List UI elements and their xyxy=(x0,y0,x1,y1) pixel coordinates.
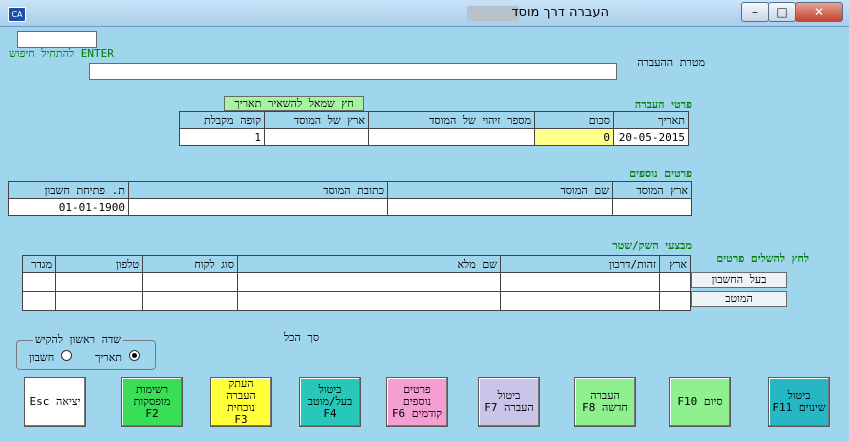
header-institution-address: כתובת המוסד xyxy=(128,181,388,199)
date-cell[interactable]: 20-05-2015 xyxy=(613,128,689,146)
lists-button[interactable]: רשימות מופסקות F2 xyxy=(121,377,183,427)
window-title: העברה דרך מוסד xyxy=(511,5,609,20)
search-hint: ENTER להתחיל חיפוש xyxy=(9,47,114,60)
radio-date-circle[interactable] xyxy=(128,350,140,361)
header-customer-type: סוג לקוח xyxy=(142,255,238,273)
account-open-date-cell[interactable]: 01-01-1900 xyxy=(8,198,129,216)
transfer-details-title: פרטי העברה xyxy=(634,98,692,111)
full-name-cell[interactable] xyxy=(237,272,501,292)
complete-details-hint: לחץ להשלים פרטים xyxy=(716,252,809,265)
transfer-details-table: קופה מקבלת ארץ של המוסד מספר זיהוי של המ… xyxy=(179,111,689,146)
customer-type-cell[interactable] xyxy=(142,291,238,311)
phone-cell[interactable] xyxy=(55,272,143,292)
cancel-transfer-button[interactable]: ביטול העברה F7 xyxy=(478,377,540,427)
header-institution-country-2: ארץ המוסד xyxy=(612,181,692,199)
close-button[interactable]: ✕ xyxy=(795,2,843,22)
cancel-changes-button[interactable]: ביטול שינוים F11 xyxy=(768,377,830,427)
cancel-owner-button[interactable]: ביטול בעל/מוטב F4 xyxy=(299,377,361,427)
full-name-cell[interactable] xyxy=(237,291,501,311)
previous-details-button[interactable]: פרטים נוספים קודמים F6 xyxy=(386,377,448,427)
radio-account-label: חשבון xyxy=(29,351,55,364)
total-label: סך הכל xyxy=(284,331,320,344)
header-account-open-date: ת. פתיחת חשבון xyxy=(8,181,129,199)
app-icon: CA xyxy=(8,7,26,22)
country-cell[interactable] xyxy=(659,291,691,311)
additional-details-table: ת. פתיחת חשבון כתובת המוסד שם המוסד ארץ … xyxy=(8,181,692,216)
radio-account[interactable]: חשבון xyxy=(29,350,72,364)
radio-account-circle[interactable] xyxy=(60,350,72,361)
header-institution-name: שם המוסד xyxy=(387,181,613,199)
institution-name-cell[interactable] xyxy=(387,198,613,216)
radio-date[interactable]: תאריך xyxy=(95,350,140,364)
purpose-input[interactable] xyxy=(89,63,617,80)
parties-title: מבצעי השק/שטר xyxy=(612,239,692,252)
header-phone: טלפון xyxy=(55,255,143,273)
institution-address-cell[interactable] xyxy=(128,198,388,216)
keep-date-hint: חץ שמאל להשאיר תאריך xyxy=(224,96,364,111)
first-field-legend: שדה ראשון להקיש xyxy=(33,333,124,346)
header-gender: מגדר xyxy=(22,255,56,273)
institution-country-cell[interactable] xyxy=(264,128,369,146)
header-id-passport: זהות/דרכון xyxy=(500,255,660,273)
header-institution-country: ארץ של המוסד xyxy=(264,111,369,129)
maximize-button[interactable]: □ xyxy=(768,2,796,22)
institution-country-cell-2[interactable] xyxy=(612,198,692,216)
exit-button[interactable]: יציאה Esc xyxy=(24,377,86,427)
institution-id-cell[interactable] xyxy=(368,128,535,146)
receiving-cashier-cell[interactable]: 1 xyxy=(179,128,265,146)
radio-date-label: תאריך xyxy=(95,351,123,364)
header-receiving-cashier: קופה מקבלת xyxy=(179,111,265,129)
header-country: ארץ xyxy=(659,255,691,273)
gender-cell[interactable] xyxy=(22,272,56,292)
phone-cell[interactable] xyxy=(55,291,143,311)
purpose-label: מטרת ההעברה xyxy=(637,56,705,69)
country-cell[interactable] xyxy=(659,272,691,292)
header-date: תאריך xyxy=(613,111,689,129)
header-institution-id: מספר זיהוי של המוסד xyxy=(368,111,535,129)
customer-type-cell[interactable] xyxy=(142,272,238,292)
id-passport-cell[interactable] xyxy=(500,291,660,311)
account-owner-button[interactable]: בעל החשבון xyxy=(691,272,787,288)
id-passport-cell[interactable] xyxy=(500,272,660,292)
search-input[interactable] xyxy=(17,31,97,48)
copy-current-button[interactable]: העתק העברה נוכחית F3 xyxy=(210,377,272,427)
additional-details-title: פרטים נוספים xyxy=(629,167,692,180)
header-amount: סכום xyxy=(534,111,614,129)
finish-button[interactable]: סיום F10 xyxy=(669,377,731,427)
new-transfer-button[interactable]: העברה חדשה F8 xyxy=(574,377,636,427)
minimize-button[interactable]: – xyxy=(741,2,769,22)
amount-cell[interactable]: 0 xyxy=(534,128,614,146)
parties-table: מגדר טלפון סוג לקוח שם מלא זהות/דרכון אר… xyxy=(22,255,691,311)
title-bar: CA העברה דרך מוסד – □ ✕ xyxy=(0,0,849,27)
header-full-name: שם מלא xyxy=(237,255,501,273)
gender-cell[interactable] xyxy=(22,291,56,311)
beneficiary-button[interactable]: המוטב xyxy=(691,291,787,307)
